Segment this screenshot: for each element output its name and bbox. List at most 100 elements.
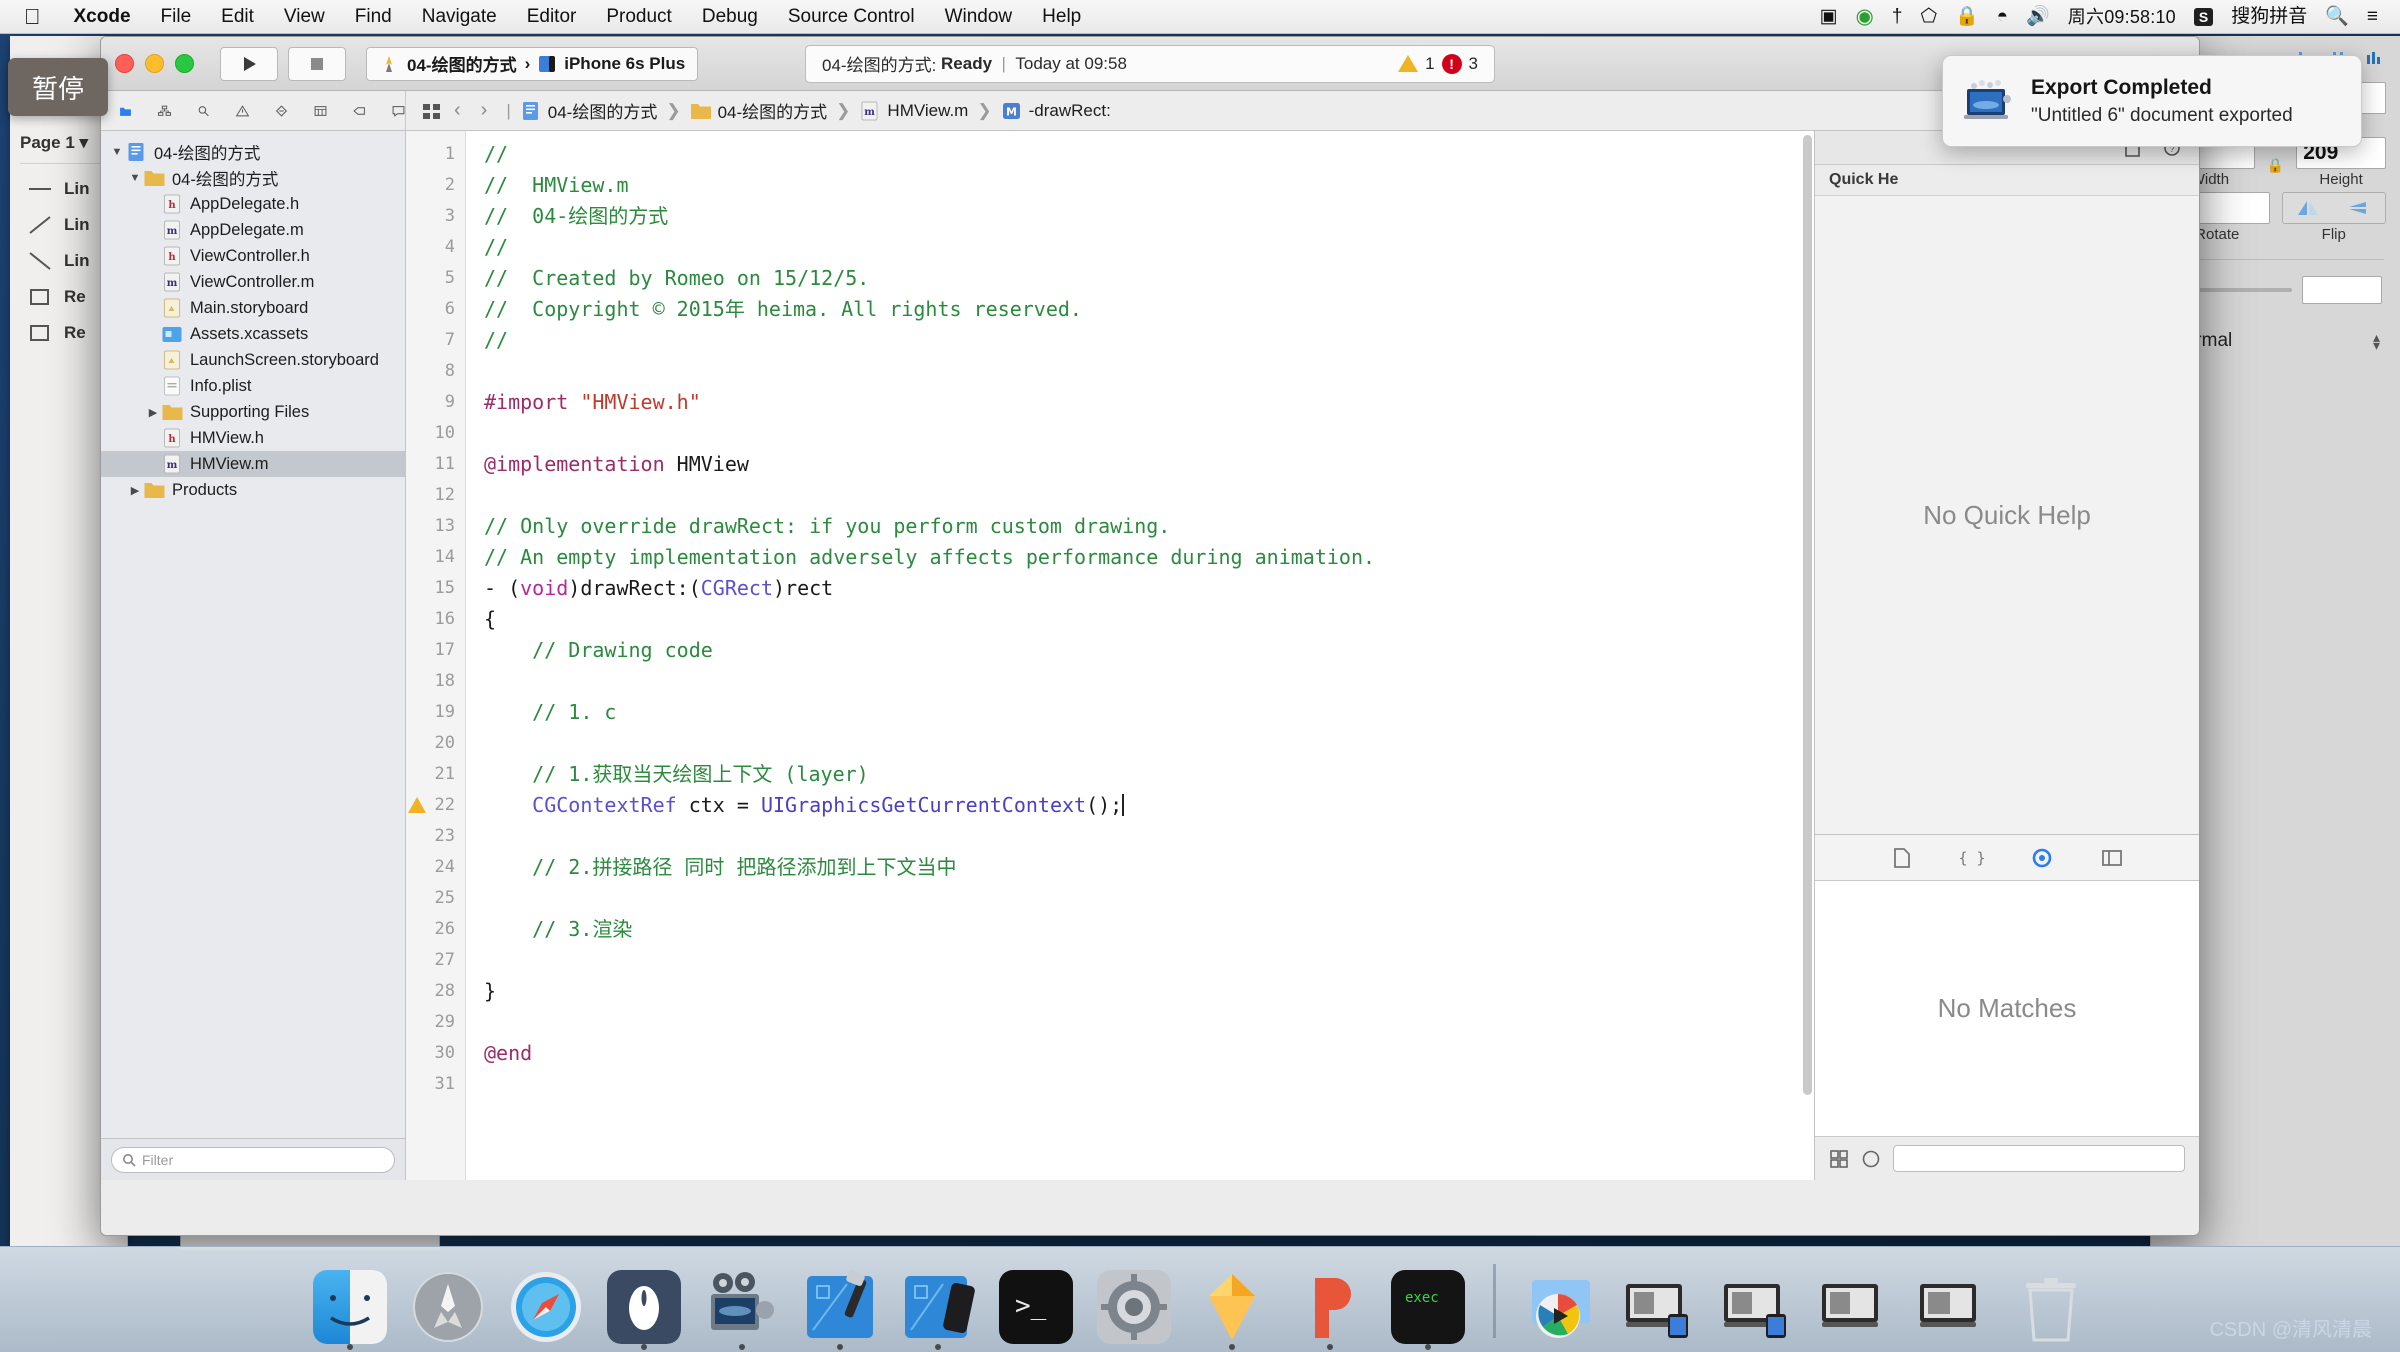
- line-number[interactable]: 20: [406, 728, 465, 759]
- code-content[interactable]: // // HMView.m // 04-绘图的方式 // // Created by …: [466, 131, 1814, 1180]
- disclosure-triangle[interactable]: ▶: [145, 406, 161, 419]
- search-icon[interactable]: 🔍: [2325, 7, 2349, 26]
- dock-item-exec-terminal[interactable]: exec: [1385, 1258, 1471, 1350]
- line-number[interactable]: 27: [406, 945, 465, 976]
- line-number[interactable]: 18: [406, 666, 465, 697]
- flip-controls[interactable]: [2281, 192, 2386, 224]
- filter-field[interactable]: Filter: [111, 1146, 395, 1173]
- tree-row[interactable]: m AppDelegate.m: [101, 217, 405, 243]
- hierarchy-icon[interactable]: [158, 100, 171, 122]
- dock-item-quicktime[interactable]: [699, 1258, 785, 1350]
- object-library-icon[interactable]: [2029, 846, 2055, 870]
- dock-item-launchpad[interactable]: [405, 1258, 491, 1344]
- message-icon[interactable]: [392, 100, 405, 122]
- menu-item-file[interactable]: File: [146, 6, 207, 28]
- play-circle-icon[interactable]: ◉: [1856, 6, 1874, 27]
- code-snippet-library-icon[interactable]: { }: [1959, 846, 1985, 870]
- tree-row[interactable]: h ViewController.h: [101, 243, 405, 269]
- line-number[interactable]: 2: [406, 170, 465, 201]
- opacity-field[interactable]: [2302, 276, 2382, 304]
- menu-item-view[interactable]: View: [269, 6, 340, 28]
- flip-vertical-icon[interactable]: [2346, 198, 2372, 218]
- media-library-icon[interactable]: [2099, 846, 2125, 870]
- breadcrumb-item[interactable]: 04-绘图的方式: [690, 98, 827, 123]
- line-number[interactable]: 31: [406, 1069, 465, 1100]
- tree-row[interactable]: h AppDelegate.h: [101, 191, 405, 217]
- line-number[interactable]: 22: [406, 790, 465, 821]
- line-number[interactable]: 25: [406, 883, 465, 914]
- line-number[interactable]: 24: [406, 852, 465, 883]
- notification-banner[interactable]: Export Completed "Untitled 6" document e…: [1942, 55, 2362, 147]
- related-items-icon[interactable]: [420, 100, 444, 122]
- dock-item-window-preview-3[interactable]: [1812, 1258, 1898, 1344]
- search-icon[interactable]: [197, 100, 210, 122]
- forward-button[interactable]: ›: [471, 99, 498, 122]
- breadcrumb-item[interactable]: 04-绘图的方式: [520, 98, 657, 123]
- zoom-button[interactable]: [175, 54, 194, 73]
- menu-item-xcode[interactable]: Xcode: [59, 6, 146, 28]
- menu-item-editor[interactable]: Editor: [512, 6, 592, 28]
- back-button[interactable]: ‹: [444, 99, 471, 122]
- line-number[interactable]: 26: [406, 914, 465, 945]
- warning-triangle-icon[interactable]: [236, 100, 249, 122]
- tree-row[interactable]: m HMView.m: [101, 451, 405, 477]
- dock-item-sketch[interactable]: [1189, 1258, 1275, 1350]
- volume-icon[interactable]: 🔊: [2026, 7, 2050, 26]
- dock-item-terminal[interactable]: >_: [993, 1258, 1079, 1344]
- file-template-library-icon[interactable]: [1889, 846, 1915, 870]
- lock-icon[interactable]: 🔒: [1955, 7, 1979, 26]
- line-number[interactable]: 28: [406, 976, 465, 1007]
- line-number[interactable]: 11: [406, 449, 465, 480]
- dock-item-system-preferences[interactable]: [1091, 1258, 1177, 1344]
- tree-row[interactable]: LaunchScreen.storyboard: [101, 347, 405, 373]
- menu-item-source-control[interactable]: Source Control: [773, 6, 930, 28]
- library-filter-field[interactable]: [1893, 1145, 2185, 1172]
- screen-record-icon[interactable]: ▣: [1820, 7, 1838, 26]
- source-editor[interactable]: 1 2 3 4 5 6 7 8 9 10 11 12 13 14 15 16 17 18 19 20 21 22 23 24 2…: [406, 131, 1814, 1180]
- folder-icon[interactable]: [119, 100, 132, 122]
- tag-icon[interactable]: [353, 100, 366, 122]
- help-circle-icon[interactable]: [1861, 1149, 1881, 1169]
- warning-triangle-icon[interactable]: [408, 797, 426, 813]
- dock-item-window-preview-4[interactable]: [1910, 1258, 1996, 1344]
- menu-item-find[interactable]: Find: [340, 6, 407, 28]
- input-method-label[interactable]: 搜狗拼音: [2231, 7, 2307, 26]
- menu-item-product[interactable]: Product: [591, 6, 686, 28]
- line-number[interactable]: 6: [406, 294, 465, 325]
- wifi-icon[interactable]: ◓: [1997, 7, 2008, 26]
- menu-item-navigate[interactable]: Navigate: [407, 6, 512, 28]
- tree-row[interactable]: Info.plist: [101, 373, 405, 399]
- menu-item-debug[interactable]: Debug: [687, 6, 773, 28]
- breadcrumb-item[interactable]: M -drawRect:: [1001, 101, 1111, 121]
- run-button[interactable]: [220, 46, 278, 81]
- stepper-icon[interactable]: ▴ ▾: [2373, 330, 2380, 352]
- bluetooth-icon[interactable]: ⬠: [1920, 7, 1937, 26]
- dock-item-qq-player[interactable]: [1518, 1258, 1604, 1344]
- disclosure-triangle[interactable]: ▼: [109, 146, 125, 158]
- tree-row[interactable]: m ViewController.m: [101, 269, 405, 295]
- dock-item-mouse-app[interactable]: [601, 1258, 687, 1350]
- close-button[interactable]: [115, 54, 134, 73]
- tree-row[interactable]: h HMView.h: [101, 425, 405, 451]
- line-number[interactable]: 10: [406, 418, 465, 449]
- line-number[interactable]: 29: [406, 1007, 465, 1038]
- line-number[interactable]: 1: [406, 139, 465, 170]
- issue-counters[interactable]: 1 ! 3: [1398, 53, 1478, 74]
- dock-item-trash[interactable]: [2008, 1258, 2094, 1344]
- line-number[interactable]: 14: [406, 542, 465, 573]
- line-number[interactable]: 4: [406, 232, 465, 263]
- tree-row[interactable]: Assets.xcassets: [101, 321, 405, 347]
- airplay-icon[interactable]: †: [1892, 7, 1903, 26]
- stop-button[interactable]: [288, 46, 346, 81]
- line-number[interactable]: 16: [406, 604, 465, 635]
- flip-horizontal-icon[interactable]: [2295, 198, 2321, 218]
- dock-item-xcode[interactable]: [797, 1258, 883, 1350]
- line-number[interactable]: 23: [406, 821, 465, 852]
- activity-status-bar[interactable]: 04-绘图的方式: Ready | Today at 09:58 1 ! 3: [805, 44, 1495, 83]
- line-number[interactable]: 7: [406, 325, 465, 356]
- tree-row[interactable]: ▶ Supporting Files: [101, 399, 405, 425]
- align-bars-icon[interactable]: [2364, 50, 2384, 66]
- line-number[interactable]: 9: [406, 387, 465, 418]
- dock-item-safari[interactable]: [503, 1258, 589, 1344]
- dock-item-finder[interactable]: [307, 1258, 393, 1350]
